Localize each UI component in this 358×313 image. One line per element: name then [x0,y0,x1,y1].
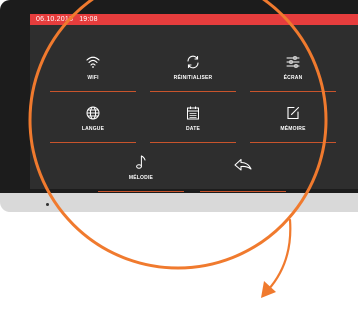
calendar-icon [185,105,201,121]
menu-memory-label: MÉMOIRE [280,126,306,132]
menu-screen-underline [250,91,336,92]
menu-wifi-button[interactable]: WIFI [50,52,136,92]
menu-screen-button[interactable]: ÉCRAN [250,52,336,92]
menu-reset-underline [150,91,236,92]
sliders-icon [285,54,301,70]
menu-language-label: LANGUE [81,126,105,132]
music-note-icon [133,154,149,170]
status-bar: 06.10.2018 19:08 [30,14,358,25]
menu-language-underline [50,142,136,143]
menu-language-button[interactable]: LANGUE [50,103,136,143]
status-time: 19:08 [79,16,98,23]
screen [30,14,358,189]
back-button[interactable] [200,152,286,192]
menu-melody-underline [98,191,184,192]
menu-memory-underline [250,142,336,143]
menu-reset-button[interactable]: RÉINITIALISER [150,52,236,92]
menu-memory-button[interactable]: MÉMOIRE [250,103,336,143]
menu-melody-label: MÉLODIE [128,175,154,181]
menu-date-button[interactable]: DATE [150,103,236,143]
status-date: 06.10.2018 [36,16,74,23]
refresh-icon [185,54,201,70]
callout-arrow [266,218,292,292]
callout-arrowhead [261,281,276,298]
menu-reset-label: RÉINITIALISER [173,75,213,81]
camera-dot [46,203,49,206]
menu-wifi-label: WIFI [87,75,99,81]
back-arrow-icon [233,157,253,173]
menu-date-label: DATE [185,126,201,132]
menu-date-underline [150,142,236,143]
wifi-icon [85,54,101,70]
edit-icon [285,105,301,121]
back-underline [200,191,286,192]
menu-screen-label: ÉCRAN [283,75,303,81]
menu-wifi-underline [50,91,136,92]
menu-melody-button[interactable]: MÉLODIE [98,152,184,192]
globe-icon [85,105,101,121]
